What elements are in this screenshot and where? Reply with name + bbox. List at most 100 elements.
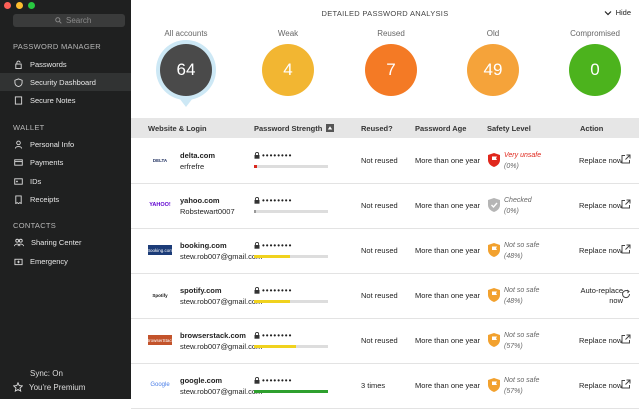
- sidebar-item-emergency[interactable]: Emergency: [0, 252, 131, 270]
- search-icon: [55, 17, 62, 24]
- minimize-window-button[interactable]: [16, 2, 23, 9]
- replace-now-button[interactable]: Replace now: [579, 156, 622, 165]
- strength-fill: [254, 345, 297, 348]
- col-reused[interactable]: Reused?: [361, 124, 393, 133]
- site-logo: Spotify: [152, 292, 168, 298]
- search-placeholder: Search: [66, 16, 92, 25]
- summary-weak[interactable]: Weak 4: [238, 29, 338, 96]
- replace-now-button[interactable]: Replace now: [579, 336, 622, 345]
- col-age[interactable]: Password Age: [415, 124, 466, 133]
- strength-bar: [254, 345, 328, 348]
- safety-level: Not so safe (48%): [504, 240, 539, 262]
- replace-now-button[interactable]: Replace now: [579, 201, 622, 210]
- sidebar-item-label: Payments: [30, 157, 64, 167]
- site-name[interactable]: booking.com: [180, 241, 227, 250]
- id-card-icon: [14, 177, 23, 185]
- safety-text: Checked: [504, 197, 532, 204]
- external-link-icon[interactable]: [621, 199, 631, 211]
- col-safety[interactable]: Safety Level: [487, 124, 531, 133]
- reused-status: Not reused: [361, 156, 398, 165]
- summary-reused[interactable]: Reused 7: [341, 29, 441, 96]
- col-action[interactable]: Action: [580, 124, 603, 133]
- safety-level: Not so safe (48%): [504, 285, 539, 307]
- password-masked[interactable]: ••••••••: [254, 151, 292, 160]
- selected-pointer: [179, 98, 193, 107]
- auto-replace-button[interactable]: Auto-replace now: [579, 286, 623, 306]
- site-name[interactable]: delta.com: [180, 151, 215, 160]
- sidebar-item-personal-info[interactable]: Personal Info: [0, 135, 131, 153]
- strength-bar: [254, 255, 328, 258]
- summary-label: Compromised: [570, 29, 620, 38]
- sidebar-item-receipts[interactable]: Receipts: [0, 190, 131, 208]
- password-masked[interactable]: ••••••••: [254, 376, 292, 385]
- sidebar-item-ids[interactable]: IDs: [0, 172, 131, 190]
- col-site[interactable]: Website & Login: [148, 124, 207, 133]
- sidebar-item-security-dashboard[interactable]: Security Dashboard: [0, 73, 131, 91]
- sidebar: Search PASSWORD MANAGER Passwords Securi…: [0, 0, 131, 399]
- site-logo: Booking.com: [148, 245, 172, 255]
- site-name[interactable]: google.com: [180, 376, 222, 385]
- hide-button[interactable]: Hide: [604, 8, 631, 17]
- summary-compromised[interactable]: Compromised 0: [545, 29, 639, 96]
- summary-label: Old: [486, 29, 500, 38]
- search-input[interactable]: Search: [13, 14, 125, 27]
- login-name: Robstewart0007: [180, 207, 235, 216]
- safety-percent: (57%): [504, 343, 523, 350]
- summary-circle: 4: [262, 44, 314, 96]
- safety-shield-icon: [487, 377, 501, 395]
- strength-fill: [254, 165, 257, 168]
- external-link-icon[interactable]: [621, 334, 631, 346]
- sidebar-item-secure-notes[interactable]: Secure Notes: [0, 91, 131, 109]
- summary-value: 0: [590, 60, 600, 79]
- password-masked[interactable]: ••••••••: [254, 241, 292, 250]
- external-link-icon[interactable]: [621, 154, 631, 166]
- sidebar-item-passwords[interactable]: Passwords: [0, 55, 131, 73]
- password-masked[interactable]: ••••••••: [254, 331, 292, 340]
- window-controls: [4, 2, 35, 9]
- sidebar-item-label: IDs: [30, 176, 42, 186]
- external-link-icon[interactable]: [621, 244, 631, 256]
- table-row: Spotify spotify.com stew.rob007@gmail.com •…: [131, 274, 639, 319]
- summary-old[interactable]: Old 49: [443, 29, 543, 96]
- sync-status: Sync: On: [30, 369, 63, 378]
- sidebar-item-sharing-center[interactable]: Sharing Center: [0, 233, 131, 251]
- strength-fill: [254, 210, 257, 213]
- section-contacts: CONTACTS: [13, 221, 57, 230]
- replace-now-button[interactable]: Replace now: [579, 246, 622, 255]
- page-title: DETAILED PASSWORD ANALYSIS: [321, 9, 449, 18]
- password-age: More than one year: [415, 156, 481, 165]
- sidebar-item-payments[interactable]: Payments: [0, 153, 131, 171]
- safety-shield-icon: [487, 197, 501, 215]
- summary-value: 64: [176, 60, 196, 79]
- site-name[interactable]: browserstack.com: [180, 331, 246, 340]
- site-name[interactable]: yahoo.com: [180, 196, 220, 205]
- col-strength[interactable]: Password Strength: [254, 124, 335, 133]
- strength-bar: [254, 165, 328, 168]
- hide-label: Hide: [615, 8, 631, 17]
- safety-shield-icon: [487, 332, 501, 350]
- lock-icon: [254, 152, 260, 159]
- sidebar-item-label: Receipts: [30, 194, 60, 204]
- login-name: stew.rob007@gmail.com: [180, 342, 263, 351]
- password-dots: ••••••••: [262, 376, 293, 385]
- safety-percent: (0%): [504, 208, 519, 215]
- password-masked[interactable]: ••••••••: [254, 286, 292, 295]
- zoom-window-button[interactable]: [28, 2, 35, 9]
- external-link-icon[interactable]: [621, 379, 631, 391]
- refresh-icon[interactable]: [621, 289, 631, 301]
- safety-level: Not so safe (57%): [504, 330, 539, 352]
- password-age: More than one year: [415, 201, 481, 210]
- premium-status[interactable]: You're Premium: [13, 382, 85, 392]
- lock-icon: [254, 287, 260, 294]
- site-name[interactable]: spotify.com: [180, 286, 222, 295]
- reused-status: 3 times: [361, 381, 386, 390]
- site-logo: YAHOO!: [149, 202, 171, 208]
- safety-text: Not so safe: [504, 287, 540, 294]
- reused-status: Not reused: [361, 246, 398, 255]
- summary-all-accounts[interactable]: All accounts 64: [136, 29, 236, 107]
- close-window-button[interactable]: [4, 2, 11, 9]
- password-masked[interactable]: ••••••••: [254, 196, 292, 205]
- replace-now-button[interactable]: Replace now: [579, 381, 622, 390]
- summary-value: 49: [483, 60, 503, 79]
- premium-label: You're Premium: [29, 382, 86, 392]
